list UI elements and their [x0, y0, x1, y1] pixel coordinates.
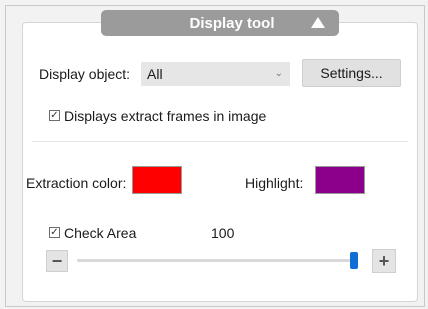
- slider-fill: [77, 259, 358, 262]
- highlight-label: Highlight:: [245, 175, 304, 191]
- display-object-value: All: [147, 66, 163, 82]
- panel-header[interactable]: Display tool: [101, 10, 339, 36]
- increase-button[interactable]: +: [372, 249, 396, 273]
- slider-thumb[interactable]: [350, 252, 358, 269]
- decrease-button[interactable]: −: [46, 250, 68, 272]
- extraction-color-label: Extraction color:: [26, 175, 127, 191]
- display-object-select[interactable]: All ⌄: [141, 62, 290, 86]
- display-object-label: Display object:: [39, 66, 131, 82]
- triangle-up-icon[interactable]: [311, 17, 325, 28]
- extract-frames-checkbox[interactable]: ✓: [49, 110, 60, 121]
- section-divider: [32, 141, 408, 142]
- highlight-color-swatch[interactable]: [315, 166, 365, 194]
- check-area-label: Check Area: [64, 225, 137, 241]
- panel-title: Display tool: [189, 14, 275, 32]
- check-area-slider-track[interactable]: [77, 259, 358, 262]
- check-area-value: 100: [211, 225, 235, 241]
- check-area-checkbox[interactable]: ✓: [49, 227, 60, 238]
- extraction-color-swatch[interactable]: [132, 166, 182, 194]
- settings-button[interactable]: Settings...: [302, 59, 401, 87]
- extract-frames-label: Displays extract frames in image: [64, 108, 267, 124]
- chevron-down-icon: ⌄: [274, 68, 283, 79]
